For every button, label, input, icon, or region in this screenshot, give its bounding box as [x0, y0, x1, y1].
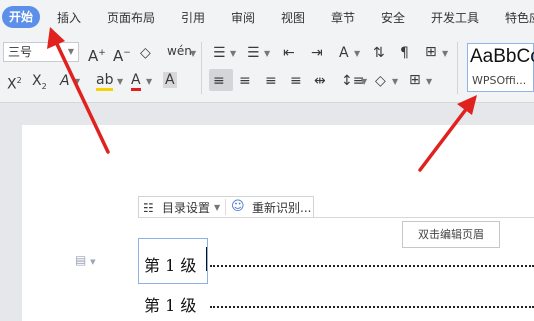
- annotation-arrows: [47, 27, 477, 172]
- arrow-to-home-tab: [54, 40, 110, 154]
- arrow-head: [457, 95, 477, 115]
- arrow-to-style-gallery: [418, 106, 469, 172]
